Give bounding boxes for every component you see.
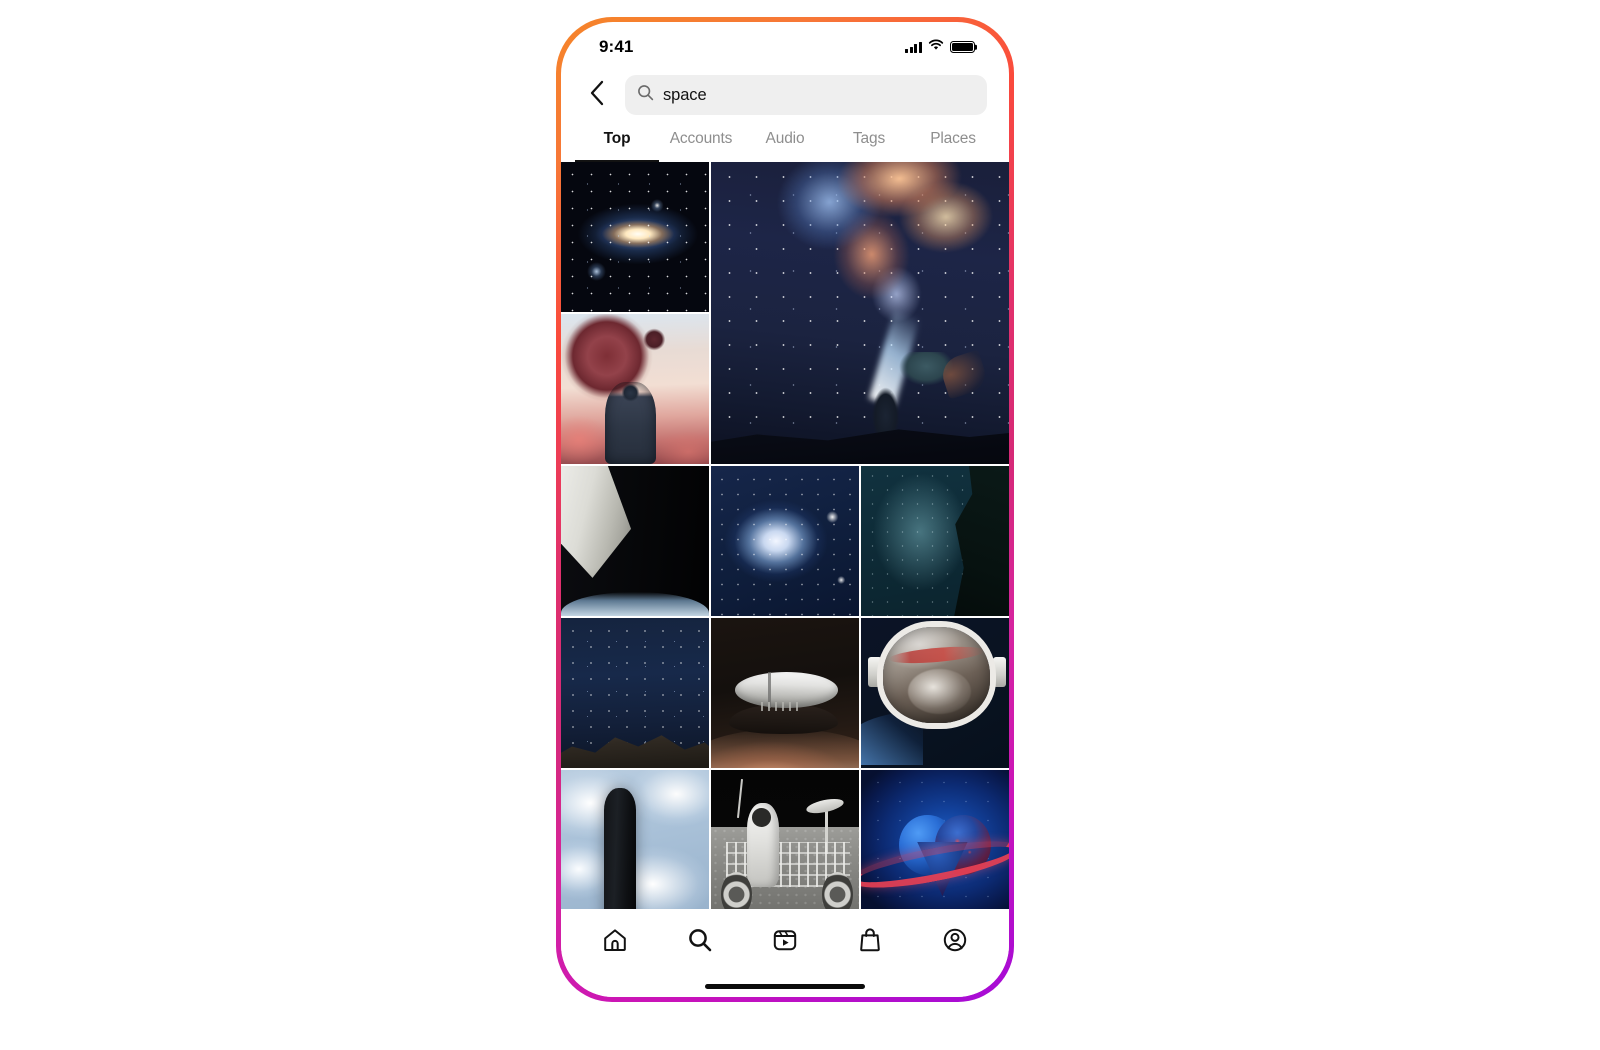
reels-icon	[772, 927, 798, 958]
post-obelisk-clouds[interactable]	[561, 770, 709, 909]
strut-layer	[761, 702, 803, 711]
chevron-left-icon	[588, 80, 607, 111]
helmet-lamp-left	[868, 657, 882, 687]
results-grid	[561, 162, 1009, 909]
home-indicator-area	[561, 975, 1009, 997]
visor-reflection-layer	[908, 669, 971, 714]
post-heart-planet[interactable]	[861, 770, 1009, 909]
nav-home[interactable]	[593, 920, 637, 964]
screenshot-canvas: 9:41 space Top Accounts Audio Tags Place…	[0, 0, 1600, 1050]
nav-shop[interactable]	[848, 920, 892, 964]
post-thumbnail-image	[561, 162, 709, 312]
search-query-text: space	[663, 85, 707, 104]
battery-icon	[950, 41, 975, 53]
rover-wheel-right	[822, 872, 854, 909]
post-thumbnail-image	[711, 162, 1009, 464]
phone-screen: 9:41 space Top Accounts Audio Tags Place…	[561, 22, 1009, 997]
post-thumbnail-image	[561, 466, 709, 616]
status-indicators	[905, 38, 975, 56]
post-andromeda-galaxy[interactable]	[561, 162, 709, 312]
nav-search[interactable]	[678, 920, 722, 964]
bottom-navigation-bar	[561, 909, 1009, 975]
nav-profile[interactable]	[933, 920, 977, 964]
post-iss-solar-array[interactable]	[561, 466, 709, 616]
search-icon	[687, 927, 713, 958]
astronaut-layer	[746, 803, 780, 887]
post-thumbnail-image	[711, 770, 859, 909]
back-button[interactable]	[581, 79, 613, 111]
wifi-icon	[928, 38, 944, 56]
tab-top[interactable]: Top	[575, 122, 659, 162]
post-rocket-over-earth[interactable]	[711, 618, 859, 768]
nebula-plume-layer	[727, 162, 1009, 383]
search-icon	[637, 84, 654, 106]
status-time: 9:41	[599, 37, 634, 56]
tab-accounts[interactable]: Accounts	[659, 122, 743, 162]
post-thumbnail-image	[861, 466, 1009, 616]
post-lunar-rover[interactable]	[711, 770, 859, 909]
search-input[interactable]: space	[625, 75, 987, 115]
post-thumbnail-image	[861, 618, 1009, 768]
status-bar: 9:41	[561, 22, 1009, 68]
post-starfield-mountains[interactable]	[561, 618, 709, 768]
post-thumbnail-image	[561, 314, 709, 464]
home-indicator-bar[interactable]	[705, 983, 865, 989]
helmet-lamp-right	[992, 657, 1007, 687]
post-astronaut-helmet[interactable]	[861, 618, 1009, 768]
nav-reels[interactable]	[763, 920, 807, 964]
search-result-tabs: Top Accounts Audio Tags Places	[561, 122, 1009, 162]
phone-frame: 9:41 space Top Accounts Audio Tags Place…	[556, 17, 1014, 1002]
post-star-cluster[interactable]	[711, 466, 859, 616]
search-header: space	[561, 68, 1009, 122]
post-thumbnail-image	[561, 770, 709, 909]
earth-limb-layer	[711, 729, 859, 768]
post-thumbnail-image	[561, 618, 709, 768]
home-icon	[602, 927, 628, 958]
post-thumbnail-image	[711, 466, 859, 616]
post-thumbnail-image	[711, 618, 859, 768]
cellular-signal-icon	[905, 41, 922, 53]
shop-bag-icon	[857, 927, 883, 958]
post-milky-way-trees[interactable]	[861, 466, 1009, 616]
profile-icon	[942, 927, 968, 958]
results-grid-scroll[interactable]	[561, 162, 1009, 909]
antenna-layer	[737, 779, 744, 818]
post-nebula-exhale[interactable]	[711, 162, 1009, 464]
post-astronaut-red-planet[interactable]	[561, 314, 709, 464]
tab-audio[interactable]: Audio	[743, 122, 827, 162]
tab-tags[interactable]: Tags	[827, 122, 911, 162]
tab-places[interactable]: Places	[911, 122, 995, 162]
post-thumbnail-image	[861, 770, 1009, 909]
